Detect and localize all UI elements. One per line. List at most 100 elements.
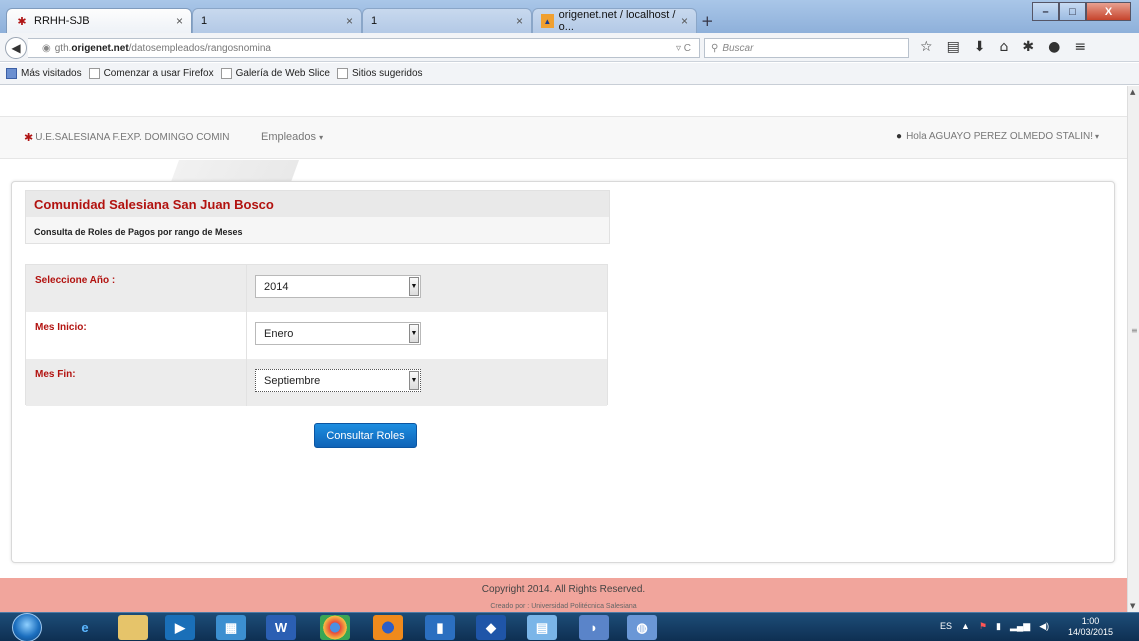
clock-date: 14/03/2015 xyxy=(1068,627,1114,637)
tab-title: RRHH-SJB xyxy=(34,15,90,27)
page-icon xyxy=(336,68,348,79)
back-arrow-icon[interactable]: ◀ xyxy=(5,37,27,59)
minimize-icon[interactable]: – xyxy=(1032,2,1059,21)
year-select[interactable]: 2014 ▼ xyxy=(255,275,421,298)
globe-icon: ◉ xyxy=(42,42,51,54)
mysql-icon[interactable]: ◗ xyxy=(579,615,609,640)
salesian-logo-icon: ✱ xyxy=(17,15,27,28)
star-icon[interactable]: ☆ xyxy=(920,39,933,55)
download-icon[interactable]: ⬇ xyxy=(974,39,986,55)
tab-3[interactable]: 1 × xyxy=(362,8,532,33)
window-controls: – □ X xyxy=(1032,2,1131,21)
windows-taskbar: e ▶ ▦ W ▮ ◆ ▤ ◗ ◍ ES ▲ ⚑ ▮ ▂▄▆ ◀) 1:00 1… xyxy=(0,612,1139,641)
end-month-select[interactable]: Septiembre ▼ xyxy=(255,369,421,392)
menu-icon[interactable]: ≡ xyxy=(1074,39,1086,55)
bookmark-suggested-sites[interactable]: Sitios sugeridos xyxy=(336,68,423,79)
year-cell: 2014 ▼ xyxy=(247,265,607,312)
header-box: Comunidad Salesiana San Juan Bosco Consu… xyxy=(25,190,610,244)
maximize-icon[interactable]: □ xyxy=(1059,2,1086,21)
start-button-icon[interactable] xyxy=(12,613,42,641)
caret-down-icon: ▾ xyxy=(1094,132,1099,141)
scroll-grip-icon[interactable]: ≡ xyxy=(1131,326,1138,335)
system-tray: ES ▲ ⚑ ▮ ▂▄▆ ◀) xyxy=(940,621,1049,632)
tab-title: 1 xyxy=(371,15,378,27)
screen: ✱ RRHH-SJB × 1 × 1 × ▲ origenet.net / lo… xyxy=(0,0,1139,641)
start-month-label: Mes Inicio: xyxy=(26,312,247,359)
start-month-select[interactable]: Enero ▼ xyxy=(255,322,421,345)
toolbar-icons: ☆ ▤ ⬇ ⌂ ✱ ● ≡ xyxy=(920,39,1086,55)
start-month-value: Enero xyxy=(264,327,294,340)
bookmark-label: Galería de Web Slice xyxy=(235,68,330,79)
tab-title: origenet.net / localhost / o... xyxy=(558,9,676,33)
network-icon[interactable]: ▂▄▆ xyxy=(1010,621,1030,632)
page-viewport: ✱ U.E.SALESIANA F.EXP. DOMINGO COMIN Emp… xyxy=(0,86,1127,612)
browser-titlebar: ✱ RRHH-SJB × 1 × 1 × ▲ origenet.net / lo… xyxy=(0,0,1139,33)
internet-explorer-icon[interactable]: e xyxy=(70,615,100,640)
search-input[interactable]: ⚲ Buscar xyxy=(704,38,909,58)
bookmark-web-slice[interactable]: Galería de Web Slice xyxy=(220,68,330,79)
bookmark-most-visited[interactable]: Más visitados xyxy=(6,68,82,79)
page-footer: Copyright 2014. All Rights Reserved. Cre… xyxy=(0,578,1127,612)
search-icon: ⚲ xyxy=(711,42,719,54)
power-icon[interactable]: ▮ xyxy=(996,621,1001,632)
language-indicator[interactable]: ES xyxy=(940,621,952,632)
tab-2[interactable]: 1 × xyxy=(192,8,362,33)
close-tab-icon[interactable]: × xyxy=(681,14,688,28)
media-player-icon[interactable]: ▶ xyxy=(165,615,195,640)
year-value: 2014 xyxy=(264,280,289,293)
utility-icon[interactable]: ◍ xyxy=(627,615,657,640)
file-explorer-icon[interactable] xyxy=(118,615,148,640)
close-window-icon[interactable]: X xyxy=(1086,2,1131,21)
close-tab-icon[interactable]: × xyxy=(346,14,353,28)
tab-rrhh[interactable]: ✱ RRHH-SJB × xyxy=(6,8,192,33)
brand-link[interactable]: ✱ U.E.SALESIANA F.EXP. DOMINGO COMIN xyxy=(24,131,230,144)
home-icon[interactable]: ⌂ xyxy=(1000,39,1009,55)
app-navbar: ✱ U.E.SALESIANA F.EXP. DOMINGO COMIN Emp… xyxy=(0,116,1127,159)
reload-icon[interactable]: ▿ C xyxy=(676,43,691,54)
netbeans-icon[interactable]: ◆ xyxy=(476,615,506,640)
scroll-up-icon[interactable]: ▲ xyxy=(1130,88,1135,96)
bookmarks-bar: Más visitados Comenzar a usar Firefox Ga… xyxy=(0,63,1139,85)
end-month-cell: Septiembre ▼ xyxy=(247,359,607,406)
tray-expand-icon[interactable]: ▲ xyxy=(961,621,970,632)
tab-phpmyadmin[interactable]: ▲ origenet.net / localhost / o... × xyxy=(532,8,697,33)
phpmyadmin-icon: ▲ xyxy=(541,14,554,28)
close-tab-icon[interactable]: × xyxy=(516,14,523,28)
employees-menu-label: Empleados xyxy=(261,131,317,143)
reading-list-icon[interactable]: ▤ xyxy=(947,39,960,55)
bookmark-label: Sitios sugeridos xyxy=(351,68,423,79)
search-placeholder: Buscar xyxy=(722,42,754,54)
end-month-value: Septiembre xyxy=(264,374,321,387)
close-tab-icon[interactable]: × xyxy=(176,14,183,28)
background-watermark xyxy=(170,160,300,182)
brand-label: U.E.SALESIANA F.EXP. DOMINGO COMIN xyxy=(35,132,230,143)
bookmark-firefox-start[interactable]: Comenzar a usar Firefox xyxy=(88,68,214,79)
volume-icon[interactable]: ◀) xyxy=(1039,621,1049,632)
page-icon xyxy=(88,68,100,79)
chat-icon[interactable]: ● xyxy=(1048,39,1060,55)
chrome-icon[interactable] xyxy=(320,615,350,640)
extension-icon[interactable]: ✱ xyxy=(1022,39,1034,55)
employees-menu[interactable]: Empleados ▾ xyxy=(261,131,323,143)
url-prefix: gth. xyxy=(54,42,72,54)
page-title: Comunidad Salesiana San Juan Bosco xyxy=(26,191,609,217)
paint-icon[interactable]: ▤ xyxy=(527,615,557,640)
page-subtitle: Consulta de Roles de Pagos por rango de … xyxy=(34,227,243,237)
consult-roles-button[interactable]: Consultar Roles xyxy=(314,423,417,448)
control-panel-icon[interactable]: ▦ xyxy=(216,615,246,640)
action-center-icon[interactable]: ⚑ xyxy=(979,621,987,632)
system-clock[interactable]: 1:00 14/03/2015 xyxy=(1068,616,1113,638)
book-app-icon[interactable]: ▮ xyxy=(425,615,455,640)
vertical-scrollbar[interactable]: ▲ ≡ ▼ xyxy=(1127,86,1139,612)
user-menu[interactable]: ● Hola AGUAYO PEREZ OLMEDO STALIN! ▾ xyxy=(896,131,1099,142)
word-icon[interactable]: W xyxy=(266,615,296,640)
url-bar[interactable]: ◉ gth. origenet.net/datosempleados/rangos… xyxy=(28,38,700,58)
dropdown-arrow-icon: ▼ xyxy=(409,324,419,343)
firefox-icon[interactable] xyxy=(373,615,403,640)
new-tab-icon[interactable]: + xyxy=(701,12,714,30)
scroll-down-icon[interactable]: ▼ xyxy=(1130,602,1135,610)
url-path: /datosempleados/rangosnomina xyxy=(128,42,271,54)
page-icon xyxy=(220,68,232,79)
credit-text: Creado por : Universidad Politécnica Sal… xyxy=(490,603,637,610)
bookmark-label: Más visitados xyxy=(21,68,82,79)
